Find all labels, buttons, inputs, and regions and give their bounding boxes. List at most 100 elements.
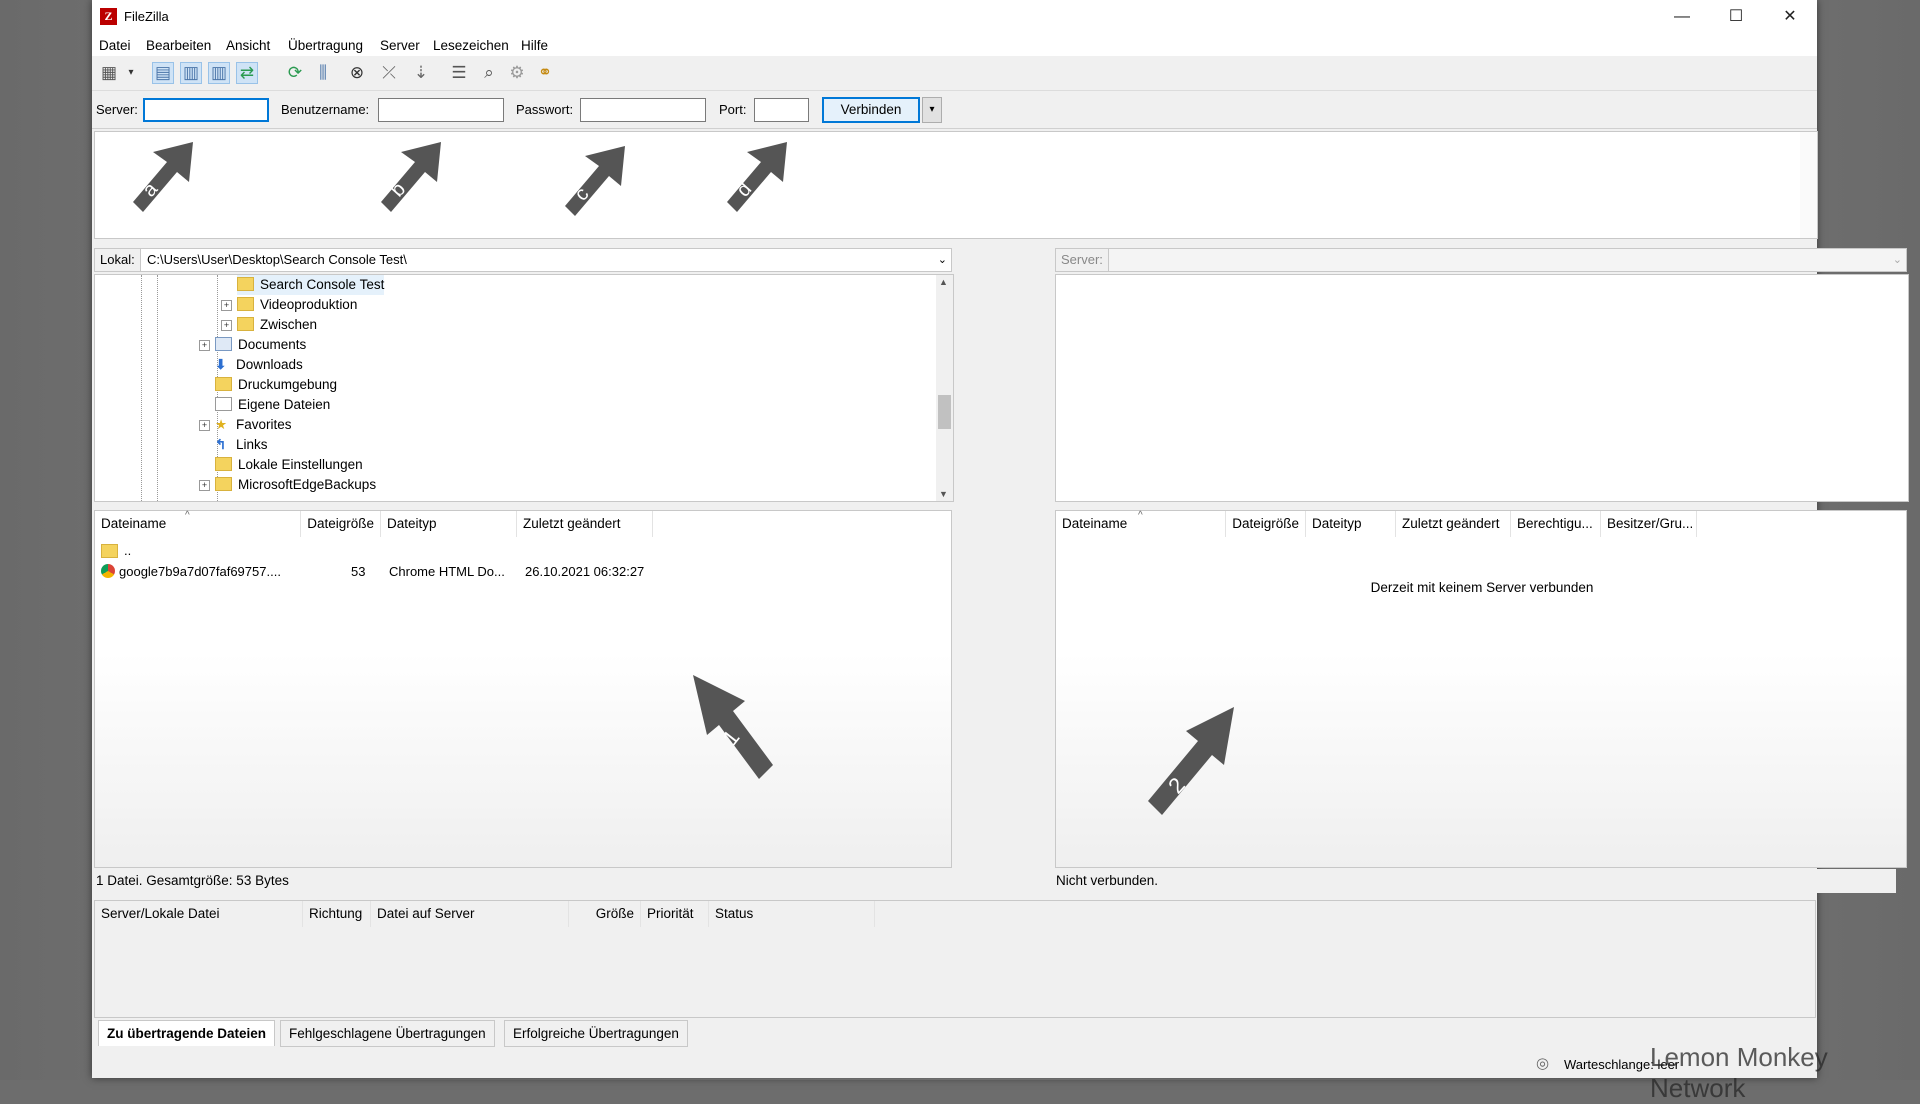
column-header[interactable]: Dateiname ^ xyxy=(95,510,301,537)
tree-item[interactable]: ⬇ Downloads xyxy=(215,355,303,375)
column-header[interactable]: Richtung xyxy=(303,901,371,927)
local-status-text: 1 Datei. Gesamtgröße: 53 Bytes xyxy=(96,869,946,893)
filezilla-logo-icon: Z xyxy=(100,8,117,25)
remote-directory-tree xyxy=(1055,274,1909,502)
site-manager-icon[interactable]: ▦ xyxy=(98,62,120,84)
username-input[interactable] xyxy=(378,98,504,122)
server-input[interactable] xyxy=(143,98,269,122)
cancel-operation-icon[interactable]: ⊗ xyxy=(346,62,368,84)
expand-icon[interactable]: + xyxy=(221,300,232,311)
local-path-input[interactable]: C:\Users\User\Desktop\Search Console Tes… xyxy=(147,249,407,271)
menu-hilfe[interactable]: Hilfe xyxy=(521,38,548,53)
password-input[interactable] xyxy=(580,98,706,122)
menu-lesezeichen[interactable]: Lesezeichen xyxy=(433,38,509,53)
port-label: Port: xyxy=(719,102,747,117)
connect-button[interactable]: Verbinden xyxy=(822,97,920,123)
scroll-down-icon[interactable]: ▼ xyxy=(939,489,948,499)
column-header[interactable]: Besitzer/Gru... xyxy=(1601,511,1697,537)
refresh-icon[interactable]: ⟳ xyxy=(284,62,306,84)
scrollbar-thumb[interactable] xyxy=(938,395,951,429)
column-header[interactable]: Dateityp xyxy=(381,511,517,537)
tree-item-label: Search Console Test xyxy=(260,277,385,292)
column-header[interactable]: Priorität xyxy=(641,901,709,927)
remote-status-text: Nicht verbunden. xyxy=(1056,869,1896,893)
quickconnect-history-dropdown[interactable]: ▾ xyxy=(922,97,942,123)
close-button[interactable]: ✕ xyxy=(1763,0,1817,34)
folder-icon xyxy=(101,543,118,558)
table-row[interactable]: google7b9a7d07faf69757.... 53 Chrome HTM… xyxy=(101,562,721,582)
toggle-queue-icon[interactable]: ⇄ xyxy=(236,62,258,84)
file-name: .. xyxy=(124,543,132,558)
table-row[interactable]: .. xyxy=(101,541,131,561)
minimize-button[interactable]: — xyxy=(1655,0,1709,34)
maximize-button[interactable]: ☐ xyxy=(1709,0,1763,34)
process-queue-icon[interactable]: ⫼ xyxy=(312,62,334,84)
menu-ansicht[interactable]: Ansicht xyxy=(226,38,270,53)
menu-bearbeiten[interactable]: Bearbeiten xyxy=(146,38,211,53)
tree-item[interactable]: Lokale Einstellungen xyxy=(215,455,363,475)
column-header[interactable]: Status xyxy=(709,901,875,927)
tree-item[interactable]: ↰ Links xyxy=(215,435,268,455)
column-header[interactable]: Dateityp xyxy=(1306,511,1396,537)
search-remote-files-icon[interactable]: ⚭ xyxy=(534,62,556,84)
toggle-message-log-icon[interactable]: ▤ xyxy=(152,62,174,84)
column-header[interactable]: Zuletzt geändert xyxy=(1396,511,1511,537)
scroll-up-icon[interactable]: ▲ xyxy=(939,277,948,287)
tree-item[interactable]: Search Console Test xyxy=(237,275,385,295)
menu-datei[interactable]: Datei xyxy=(99,38,131,53)
synchronized-browsing-icon[interactable]: ⚙ xyxy=(506,62,528,84)
local-path-dropdown-icon[interactable]: ⌄ xyxy=(938,249,947,271)
queue-tabs: Zu übertragende Dateien Fehlgeschlagene … xyxy=(94,1020,1816,1050)
expand-icon[interactable]: + xyxy=(221,320,232,331)
tree-item[interactable]: Eigene Dateien xyxy=(215,395,330,415)
server-label: Server: xyxy=(96,102,138,117)
tab-queued-files[interactable]: Zu übertragende Dateien xyxy=(98,1020,276,1046)
expand-icon[interactable]: + xyxy=(199,340,210,351)
local-path-label: Lokal: xyxy=(95,249,141,271)
expand-icon[interactable]: + xyxy=(199,480,210,491)
tree-item[interactable]: + Documents xyxy=(199,335,306,355)
directory-listing-filter-icon[interactable]: ☰ xyxy=(448,62,470,84)
column-header[interactable]: Datei auf Server xyxy=(371,901,569,927)
remote-path-bar: Server: ⌄ xyxy=(1055,248,1907,272)
tree-item[interactable]: + Videoproduktion xyxy=(221,295,357,315)
menu-uebertragung[interactable]: Übertragung xyxy=(288,38,363,53)
column-header[interactable]: Berechtigu... xyxy=(1511,511,1601,537)
column-header[interactable]: Server/Lokale Datei xyxy=(95,901,303,927)
column-header[interactable]: Größe xyxy=(569,901,641,927)
download-icon: ⬇ xyxy=(215,357,227,372)
port-input[interactable] xyxy=(754,98,809,122)
documents-icon xyxy=(215,397,232,412)
tree-item[interactable]: + Zwischen xyxy=(221,315,317,335)
expand-icon[interactable]: + xyxy=(199,420,210,431)
folder-icon xyxy=(215,477,232,492)
reconnect-icon[interactable]: ⇣ xyxy=(410,62,432,84)
tree-item-label: Links xyxy=(236,437,268,452)
tab-successful-transfers[interactable]: Erfolgreiche Übertragungen xyxy=(504,1020,688,1047)
folder-icon xyxy=(237,297,254,312)
folder-icon xyxy=(237,277,254,292)
disconnect-icon[interactable]: ⤫ xyxy=(378,62,400,84)
remote-path-label: Server: xyxy=(1056,249,1109,271)
filezilla-window: Z FileZilla — ☐ ✕ Datei Bearbeiten Ansic… xyxy=(92,0,1909,1078)
tree-item[interactable]: Druckumgebung xyxy=(215,375,337,395)
toggle-local-tree-icon[interactable]: ▥ xyxy=(180,62,202,84)
message-log-scrollbar[interactable] xyxy=(1800,132,1817,238)
file-size: 53 xyxy=(351,564,366,579)
tab-failed-transfers[interactable]: Fehlgeschlagene Übertragungen xyxy=(280,1020,495,1047)
toggle-remote-tree-icon[interactable]: ▥ xyxy=(208,62,230,84)
column-header[interactable]: Dateigröße xyxy=(1226,511,1306,537)
tree-item[interactable]: + MicrosoftEdgeBackups xyxy=(199,475,376,495)
local-path-bar: Lokal: C:\Users\User\Desktop\Search Cons… xyxy=(94,248,952,272)
tree-item[interactable]: + ★ Favorites xyxy=(199,415,292,435)
column-header[interactable]: Dateiname ^ xyxy=(1056,510,1226,537)
remote-path-dropdown-icon[interactable]: ⌄ xyxy=(1893,249,1902,271)
menu-server[interactable]: Server xyxy=(380,38,420,53)
toggle-directory-comparison-icon[interactable]: ⌕ xyxy=(478,62,500,84)
tree-item-label: Downloads xyxy=(236,357,303,372)
local-tree-scrollbar[interactable]: ▲ ▼ xyxy=(936,275,953,501)
column-header[interactable]: Dateigröße xyxy=(301,511,381,537)
site-manager-dropdown-icon[interactable]: ▾ xyxy=(120,62,142,84)
remote-file-list: Dateiname ^ Dateigröße Dateityp Zuletzt g… xyxy=(1055,510,1907,868)
column-header[interactable]: Zuletzt geändert xyxy=(517,511,653,537)
